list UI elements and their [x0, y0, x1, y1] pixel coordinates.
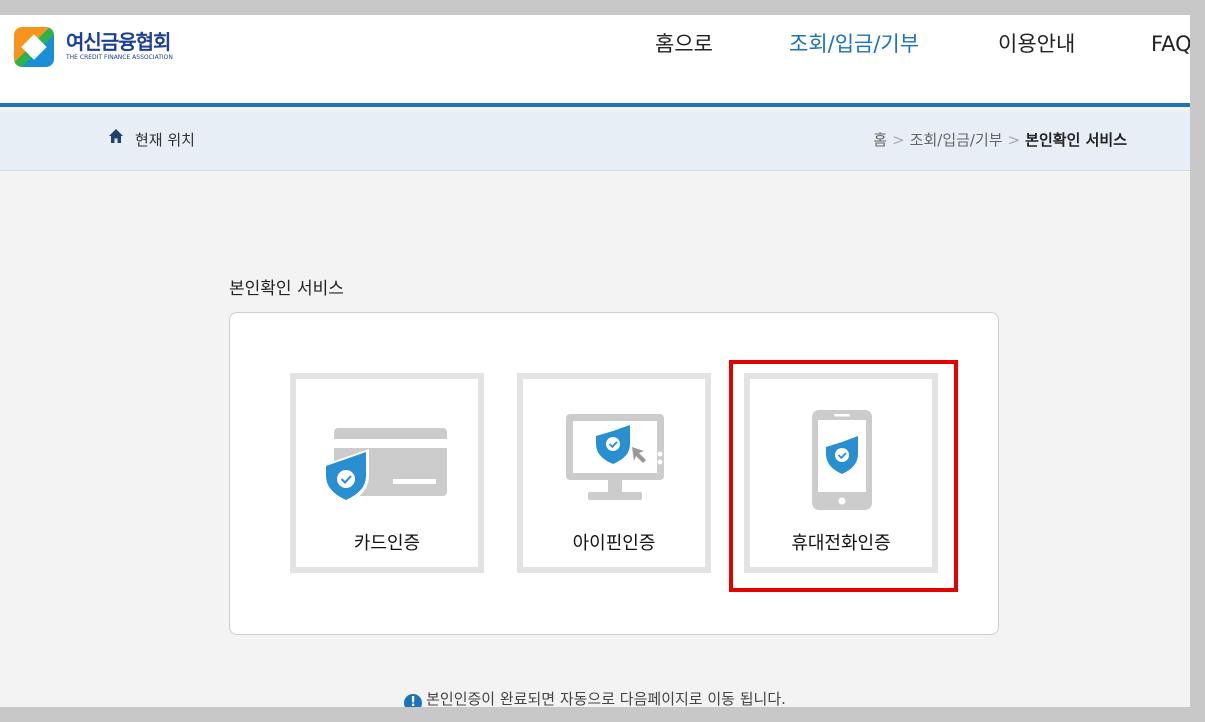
breadcrumb-separator: > [892, 131, 905, 149]
card-auth-option[interactable]: 카드인증 [290, 373, 484, 573]
notice: ! 본인인증이 완료되면 자동으로 다음페이지로 이동 됩니다. [0, 688, 1190, 707]
site-header: 여신금융협회 THE CREDIT FINANCE ASSOCIATION 홈으… [0, 15, 1190, 107]
home-icon [109, 129, 123, 143]
logo-name-en: THE CREDIT FINANCE ASSOCIATION [66, 54, 173, 61]
active-nav-underline [789, 103, 920, 107]
logo[interactable]: 여신금융협회 THE CREDIT FINANCE ASSOCIATION [14, 27, 173, 67]
monitor-icon [566, 414, 664, 500]
info-icon: ! [404, 694, 423, 707]
card-icon [323, 428, 447, 504]
location-bar: 현재 위치 홈 > 조회/입금/기부 > 본인확인 서비스 [0, 111, 1190, 171]
page: 여신금융협회 THE CREDIT FINANCE ASSOCIATION 홈으… [0, 15, 1190, 707]
nav-item-guide[interactable]: 이용안내 [998, 31, 1075, 57]
breadcrumb-home[interactable]: 홈 [873, 131, 887, 149]
nav-item-faq[interactable]: FAQ [1151, 31, 1190, 57]
logo-mark-icon [14, 27, 54, 67]
ipin-auth-option[interactable]: 아이핀인증 [517, 373, 711, 573]
ipin-auth-label: 아이핀인증 [572, 533, 656, 554]
nav-item-inquiry[interactable]: 조회/입금/기부 [789, 31, 919, 57]
nav-item-home[interactable]: 홈으로 [655, 31, 713, 57]
card-auth-label: 카드인증 [353, 533, 421, 554]
notice-text: 본인인증이 완료되면 자동으로 다음페이지로 이동 됩니다. [426, 690, 786, 707]
breadcrumb-inquiry[interactable]: 조회/입금/기부 [910, 131, 1003, 149]
breadcrumb-separator: > [1007, 131, 1021, 149]
location-label: 현재 위치 [135, 131, 195, 149]
logo-name-kr: 여신금융협회 [66, 30, 171, 54]
section-title: 본인확인 서비스 [229, 279, 344, 299]
breadcrumb: 홈 > 조회/입금/기부 > 본인확인 서비스 [873, 129, 1127, 150]
breadcrumb-current: 본인확인 서비스 [1025, 131, 1127, 149]
selection-highlight [729, 360, 958, 592]
